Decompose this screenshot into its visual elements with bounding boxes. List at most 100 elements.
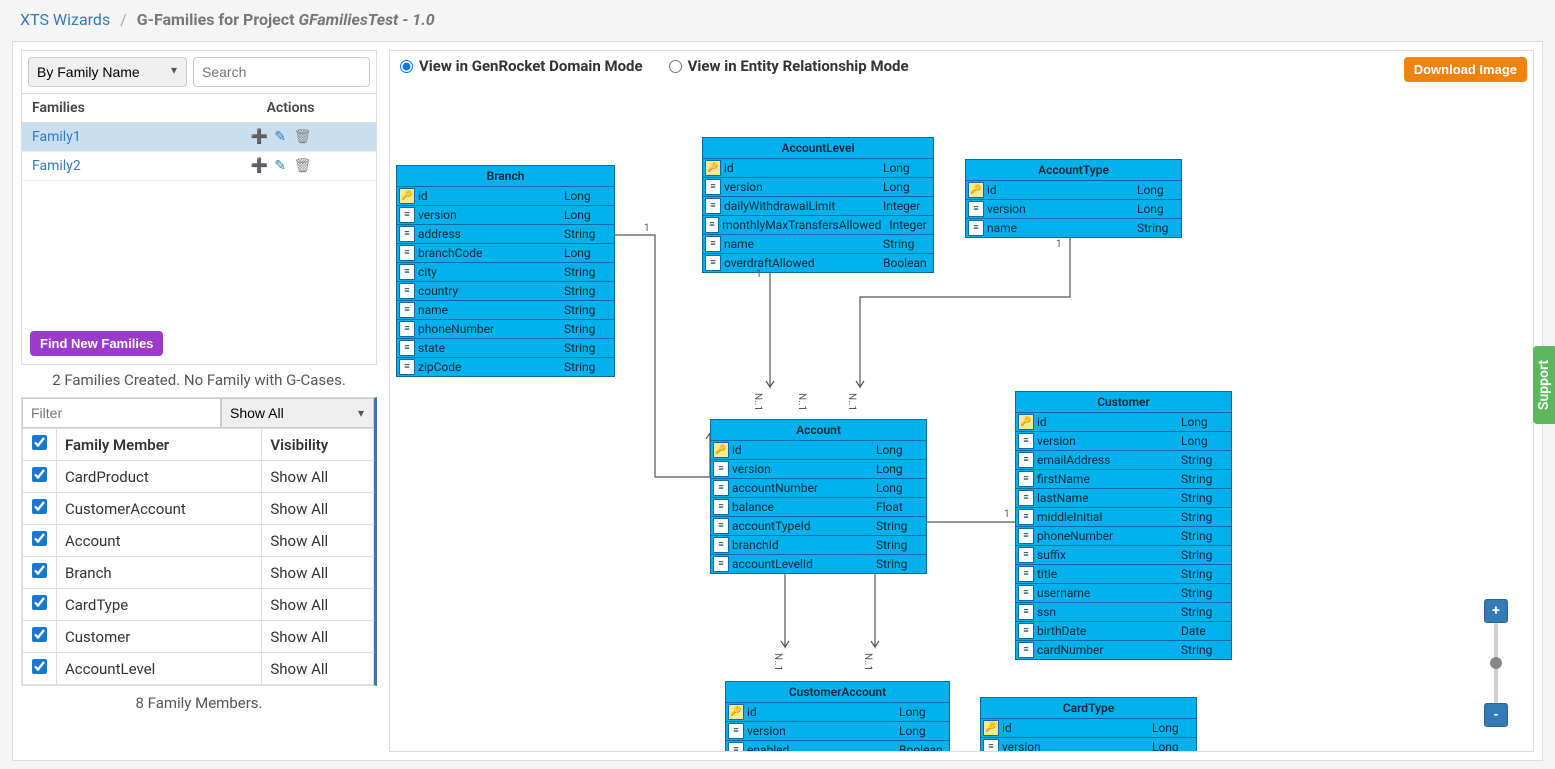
field-type: String [1177, 641, 1231, 659]
entity-field: ≡versionLong [397, 205, 614, 224]
entity-field: 🔑idLong [981, 718, 1196, 737]
select-all-checkbox[interactable] [32, 435, 47, 450]
zoom-in-button[interactable]: + [1484, 599, 1508, 623]
family-row[interactable]: Family2 ➕ ✎ 🗑 [22, 152, 376, 181]
field-icon: ≡ [705, 179, 721, 195]
member-checkbox[interactable] [32, 659, 47, 674]
support-tab[interactable]: Support [1533, 345, 1555, 423]
member-row: CustomerAccountShow All [23, 493, 374, 525]
entity-field: 🔑idLong [711, 440, 926, 459]
breadcrumb-link[interactable]: XTS Wizards [20, 10, 110, 29]
field-icon: ≡ [705, 217, 719, 233]
entity-field: ≡middleInitialString [1016, 507, 1231, 526]
family-link[interactable]: Family1 [32, 129, 81, 145]
entity-field: ≡stateString [397, 338, 614, 357]
field-icon: ≡ [983, 739, 999, 752]
field-name: version [747, 722, 895, 740]
field-type: Long [872, 460, 926, 478]
entity-title: Account [711, 420, 926, 440]
field-name: version [1037, 432, 1177, 450]
member-checkbox[interactable] [32, 499, 47, 514]
key-icon: 🔑 [399, 188, 415, 204]
trash-icon[interactable]: 🗑 [294, 158, 310, 174]
field-name: username [1037, 584, 1177, 602]
field-name: id [1037, 413, 1177, 431]
member-checkbox[interactable] [32, 467, 47, 482]
download-image-button[interactable]: Download Image [1404, 57, 1527, 82]
family-link[interactable]: Family2 [32, 158, 81, 174]
key-icon: 🔑 [713, 442, 729, 458]
field-type: String [1133, 219, 1181, 237]
entity-title: AccountType [966, 160, 1181, 180]
entity-accounttype[interactable]: AccountType 🔑idLong≡versionLong≡nameStri… [965, 159, 1182, 238]
field-name: country [418, 282, 560, 300]
entity-field: ≡emailAddressString [1016, 450, 1231, 469]
field-type: String [560, 320, 614, 338]
families-header: Families [22, 94, 205, 123]
field-name: dailyWithdrawalLimit [724, 197, 879, 215]
field-name: id [418, 187, 560, 205]
view-domain-radio[interactable]: View in GenRocket Domain Mode [400, 57, 643, 75]
key-icon: 🔑 [1018, 414, 1034, 430]
field-name: version [418, 206, 560, 224]
entity-cardtype[interactable]: CardType 🔑idLong≡versionLong≡nameString [980, 697, 1197, 752]
field-icon: ≡ [1018, 509, 1034, 525]
sort-select[interactable]: By Family Name [28, 57, 187, 87]
field-name: name [987, 219, 1133, 237]
field-icon: ≡ [399, 264, 415, 280]
field-type: Integer [885, 216, 933, 234]
member-checkbox[interactable] [32, 595, 47, 610]
entity-field: ≡versionLong [726, 721, 949, 740]
zoom-slider[interactable] [1494, 623, 1498, 703]
member-checkbox[interactable] [32, 531, 47, 546]
field-icon: ≡ [399, 245, 415, 261]
visibility-select[interactable]: Show All [221, 398, 374, 428]
field-name: name [724, 235, 879, 253]
field-type: Boolean [895, 741, 949, 752]
entity-title: AccountLevel [703, 138, 933, 158]
key-icon: 🔑 [728, 704, 744, 720]
field-type: Long [895, 703, 949, 721]
entity-field: ≡enabledBoolean [726, 740, 949, 752]
entity-field: ≡dailyWithdrawalLimitInteger [703, 196, 933, 215]
field-name: accountLevelId [732, 555, 872, 573]
member-filter-input[interactable] [22, 398, 221, 428]
field-type: Long [872, 479, 926, 497]
field-type: String [1177, 451, 1231, 469]
add-icon[interactable]: ➕ [251, 129, 267, 145]
member-name: CustomerAccount [57, 493, 262, 525]
field-type: String [560, 358, 614, 376]
entity-accountlevel[interactable]: AccountLevel 🔑idLong≡versionLong≡dailyWi… [702, 137, 934, 273]
families-status: 2 Families Created. No Family with G-Cas… [21, 371, 377, 389]
cardinality-label: N..1 [846, 393, 857, 411]
entity-customeraccount[interactable]: CustomerAccount 🔑idLong≡versionLong≡enab… [725, 681, 950, 752]
field-icon: ≡ [713, 556, 729, 572]
edit-icon[interactable]: ✎ [272, 158, 288, 174]
member-checkbox[interactable] [32, 627, 47, 642]
entity-customer[interactable]: Customer 🔑idLong≡versionLong≡emailAddres… [1015, 391, 1232, 660]
entity-field: ≡nameString [397, 300, 614, 319]
find-families-button[interactable]: Find New Families [30, 331, 163, 356]
cardinality-label: N..1 [796, 393, 807, 411]
zoom-out-button[interactable]: - [1484, 703, 1508, 727]
member-checkbox[interactable] [32, 563, 47, 578]
field-name: accountNumber [732, 479, 872, 497]
entity-account[interactable]: Account 🔑idLong≡versionLong≡accountNumbe… [710, 419, 927, 574]
entity-branch[interactable]: Branch 🔑idLong≡versionLong≡addressString… [396, 165, 615, 377]
field-name: cardNumber [1037, 641, 1177, 659]
field-icon: ≡ [1018, 452, 1034, 468]
field-type: Long [879, 159, 933, 177]
entity-field: ≡accountNumberLong [711, 478, 926, 497]
view-er-radio[interactable]: View in Entity Relationship Mode [669, 57, 909, 75]
family-search-input[interactable] [193, 57, 370, 87]
edit-icon[interactable]: ✎ [272, 129, 288, 145]
field-icon: ≡ [399, 283, 415, 299]
add-icon[interactable]: ➕ [251, 158, 267, 174]
entity-field: ≡phoneNumberString [397, 319, 614, 338]
trash-icon[interactable]: 🗑 [294, 129, 310, 145]
field-name: branchCode [418, 244, 560, 262]
field-name: lastName [1037, 489, 1177, 507]
family-row[interactable]: Family1 ➕ ✎ 🗑 [22, 123, 376, 152]
field-name: id [747, 703, 895, 721]
entity-field: ≡cardNumberString [1016, 640, 1231, 659]
